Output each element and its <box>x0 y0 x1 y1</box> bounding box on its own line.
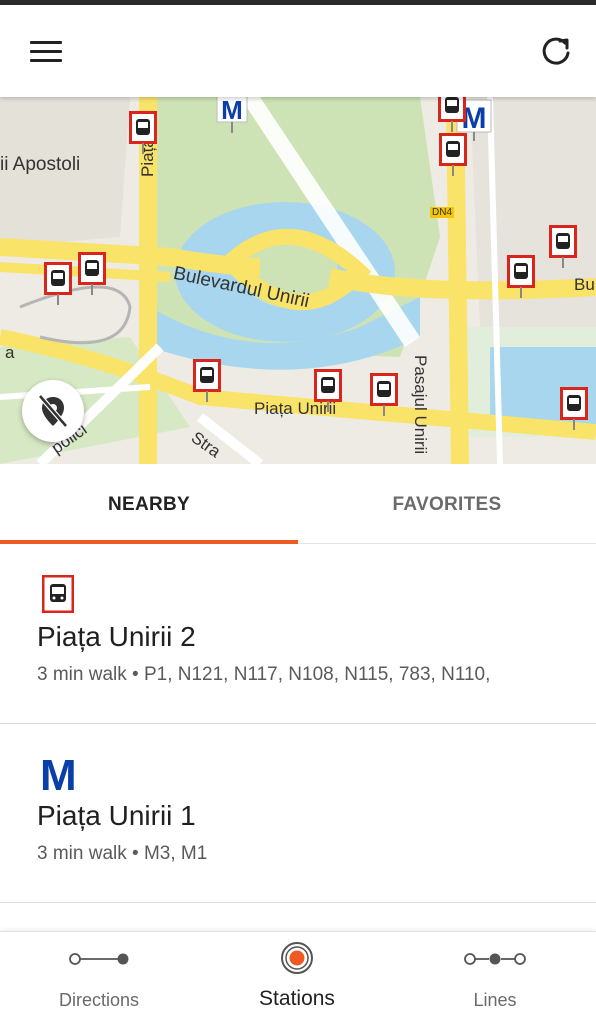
map-label: DN4 <box>430 207 455 218</box>
bus-stop-marker-icon[interactable] <box>439 133 467 177</box>
tram-stop-marker-icon[interactable] <box>44 262 72 306</box>
station-name: Piața Unirii 2 <box>37 621 196 652</box>
bus-stop-marker-icon[interactable] <box>314 369 342 413</box>
stations-icon <box>281 942 313 974</box>
nav-lines[interactable]: Lines <box>396 932 594 1024</box>
nav-lines-label: Lines <box>473 990 517 1010</box>
bus-stop-icon <box>41 574 75 618</box>
tab-nearby-label: NEARBY <box>107 494 191 515</box>
bus-stop-marker-icon[interactable] <box>507 255 535 299</box>
app-bar <box>0 5 596 97</box>
bus-stop-marker-icon[interactable] <box>560 387 588 431</box>
map-view[interactable]: ii Apostoli Piața Bulevardul Unirii Pasa… <box>0 97 596 464</box>
hamburger-menu-icon-bar <box>30 50 62 53</box>
tab-favorites-label: FAVORITES <box>392 494 502 515</box>
station-info: 3 min walk • P1, N121, N117, N108, N115,… <box>37 664 491 685</box>
hamburger-menu-icon <box>30 41 62 44</box>
bus-stop-marker-icon[interactable] <box>129 111 157 155</box>
lines-icon <box>464 953 526 965</box>
tab-nearby[interactable]: NEARBY <box>0 464 298 544</box>
bus-stop-marker-icon[interactable] <box>438 97 466 133</box>
station-tabs: NEARBY FAVORITES <box>0 464 596 544</box>
nav-directions[interactable]: Directions <box>0 932 198 1024</box>
location-off-button[interactable] <box>22 380 84 442</box>
station-info: 3 min walk • M3, M1 <box>37 843 208 864</box>
bus-stop-marker-icon[interactable] <box>370 373 398 417</box>
nearby-stations-list: Piața Unirii 2 3 min walk • P1, N121, N1… <box>0 545 596 903</box>
metro-icon: M <box>40 751 77 800</box>
refresh-icon <box>542 37 570 65</box>
map-label: Pasajul Unirii <box>411 355 430 455</box>
directions-icon <box>69 953 129 965</box>
bus-stop-marker-icon[interactable] <box>549 225 577 269</box>
nav-stations-label: Stations <box>259 987 335 1010</box>
bus-stop-marker-icon[interactable] <box>193 359 221 403</box>
active-tab-indicator <box>0 540 298 544</box>
bus-stop-marker-icon[interactable] <box>78 252 106 296</box>
location-off-icon <box>38 394 68 428</box>
bottom-navigation: Directions Stations Lines <box>0 931 596 1024</box>
map-label: a <box>5 343 15 362</box>
metro-marker-letter: M <box>221 97 243 125</box>
hamburger-menu-icon-bar <box>30 59 62 62</box>
nav-stations[interactable]: Stations <box>198 932 396 1024</box>
metro-marker-icon[interactable]: M <box>216 97 248 139</box>
list-item[interactable]: M Piața Unirii 1 3 min walk • M3, M1 <box>0 724 596 903</box>
station-name: Piața Unirii 1 <box>37 800 196 831</box>
map-label: ii Apostoli <box>0 154 81 175</box>
refresh-button[interactable] <box>534 29 578 73</box>
nav-directions-label: Directions <box>58 990 140 1010</box>
list-item[interactable]: Piața Unirii 2 3 min walk • P1, N121, N1… <box>0 545 596 724</box>
tab-favorites[interactable]: FAVORITES <box>298 464 596 544</box>
map-label: Bu <box>574 275 595 294</box>
menu-button[interactable] <box>22 31 70 71</box>
